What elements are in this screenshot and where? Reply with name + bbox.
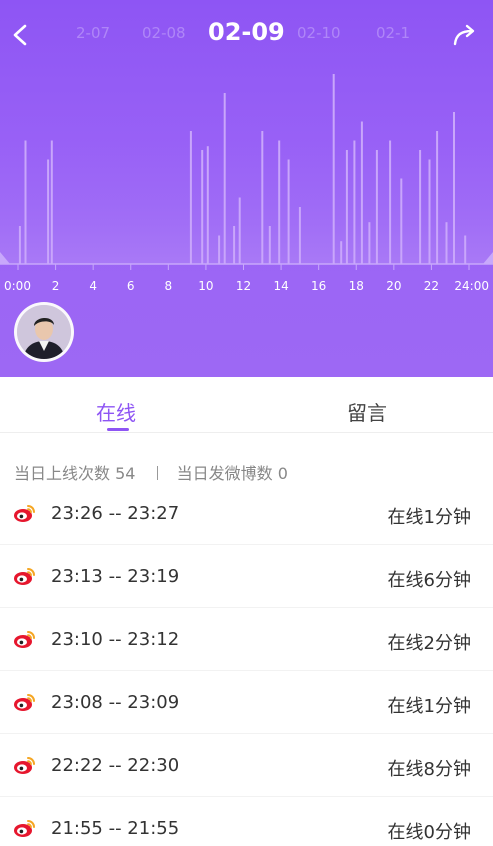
- x-tick-label: 0:00: [4, 279, 31, 293]
- profile-header: 2-07 02-08 02-09 02-10 02-1 0:00 2 4 6 8 10 12…: [0, 0, 493, 377]
- x-tick-label: 22: [424, 279, 439, 293]
- chart-bar: [298, 207, 301, 264]
- weibo-icon: [14, 568, 35, 585]
- chart-bar: [50, 140, 53, 264]
- session-row[interactable]: 23:13 -- 23:19 在线6分钟: [0, 545, 493, 608]
- weibo-icon: [14, 505, 35, 522]
- logins-label: 当日上线次数: [14, 464, 111, 483]
- chart-bar: [453, 112, 455, 264]
- chart-bar: [189, 131, 192, 264]
- date-tab-02-08[interactable]: 02-08: [142, 24, 186, 42]
- active-tab-indicator: [107, 428, 129, 431]
- chart-bar: [47, 159, 50, 264]
- chart-bar: [233, 226, 236, 264]
- session-time-range: 23:08 -- 23:09: [51, 692, 180, 713]
- x-tick-label: 18: [349, 279, 364, 293]
- session-row[interactable]: 22:22 -- 22:30 在线8分钟: [0, 734, 493, 797]
- chart-bar: [218, 235, 221, 264]
- session-row[interactable]: 21:55 -- 21:55 在线0分钟: [0, 797, 493, 846]
- weibo-icon: [14, 757, 35, 774]
- chart-bar: [389, 140, 392, 264]
- chart-bar: [332, 74, 335, 264]
- x-tick-label: 4: [89, 279, 97, 293]
- session-row[interactable]: 23:10 -- 23:12 在线2分钟: [0, 608, 493, 671]
- chart-background-glow: [0, 140, 493, 264]
- chart-bar: [18, 226, 21, 264]
- session-duration: 在线1分钟: [387, 507, 471, 528]
- session-row[interactable]: 23:08 -- 23:09 在线1分钟: [0, 671, 493, 734]
- stats-divider: [156, 466, 158, 480]
- x-axis-ticks: 0:00 2 4 6 8 10 12 14 16 18 20 22 24:00: [4, 264, 489, 293]
- session-list: 23:26 -- 23:27 在线1分钟 23:13 -- 23:19 在线6分钟 23…: [0, 482, 493, 846]
- chart-bar: [340, 241, 343, 264]
- share-button[interactable]: [450, 20, 480, 50]
- tab-online[interactable]: 在线: [96, 397, 136, 426]
- chart-bar: [24, 140, 27, 264]
- weibo-icon: [14, 694, 35, 711]
- session-row[interactable]: 23:26 -- 23:27 在线1分钟: [0, 482, 493, 545]
- logins-value: 54: [115, 464, 136, 483]
- x-tick-label: 6: [127, 279, 135, 293]
- posts-value: 0: [277, 464, 288, 483]
- x-tick-label: 20: [386, 279, 401, 293]
- session-duration: 在线0分钟: [387, 822, 471, 843]
- session-duration: 在线6分钟: [387, 570, 471, 591]
- chart-bar: [445, 222, 448, 264]
- session-duration: 在线1分钟: [387, 696, 471, 717]
- x-tick-label: 24:00: [454, 279, 489, 293]
- chart-bar: [278, 140, 281, 264]
- chart-bar: [360, 121, 363, 264]
- x-tick-label: 8: [165, 279, 173, 293]
- chart-bar: [375, 150, 378, 264]
- session-duration: 在线8分钟: [387, 759, 471, 780]
- x-tick-label: 10: [198, 279, 213, 293]
- date-tab-02-09-active[interactable]: 02-09: [208, 18, 285, 46]
- online-activity-chart: 0:00 2 4 6 8 10 12 14 16 18 20 22 24:00: [0, 74, 493, 293]
- avatar[interactable]: [14, 302, 74, 362]
- tab-messages[interactable]: 留言: [347, 397, 387, 426]
- chart-bar: [353, 140, 356, 264]
- session-time-range: 23:10 -- 23:12: [51, 629, 180, 650]
- date-tab-02-07[interactable]: 2-07: [76, 24, 110, 42]
- share-arrow-icon: [453, 24, 475, 46]
- chart-bar: [261, 131, 264, 264]
- daily-stats: 当日上线次数 54 当日发微博数 0: [14, 460, 288, 484]
- avatar-portrait: [17, 305, 71, 359]
- weibo-icon: [14, 820, 35, 837]
- weibo-icon: [14, 631, 35, 648]
- date-tab-02-11[interactable]: 02-1: [376, 24, 410, 42]
- chart-bar: [268, 226, 271, 264]
- chart-bar: [436, 131, 439, 264]
- posts-label: 当日发微博数: [176, 464, 273, 483]
- session-time-range: 23:26 -- 23:27: [51, 503, 180, 524]
- x-tick-label: 2: [52, 279, 60, 293]
- date-tab-02-10[interactable]: 02-10: [297, 24, 341, 42]
- session-time-range: 23:13 -- 23:19: [51, 566, 180, 587]
- chart-bar: [238, 197, 241, 264]
- back-button[interactable]: [8, 20, 32, 50]
- chevron-left-icon: [13, 24, 27, 46]
- chart-bar: [464, 235, 467, 264]
- x-tick-label: 12: [236, 279, 251, 293]
- chart-bar: [201, 150, 204, 264]
- session-time-range: 22:22 -- 22:30: [51, 755, 180, 776]
- chart-bar: [287, 159, 290, 264]
- chart-bar: [345, 150, 348, 264]
- x-tick-label: 16: [311, 279, 326, 293]
- chart-bar: [368, 222, 371, 264]
- tab-bar: 在线 留言: [0, 377, 493, 433]
- chart-bar: [206, 146, 209, 264]
- x-tick-label: 14: [273, 279, 288, 293]
- session-duration: 在线2分钟: [387, 633, 471, 654]
- session-time-range: 21:55 -- 21:55: [51, 818, 180, 839]
- chart-bar: [400, 178, 403, 264]
- chart-bar: [428, 159, 431, 264]
- chart-bar: [419, 150, 422, 264]
- chart-bar: [223, 93, 226, 264]
